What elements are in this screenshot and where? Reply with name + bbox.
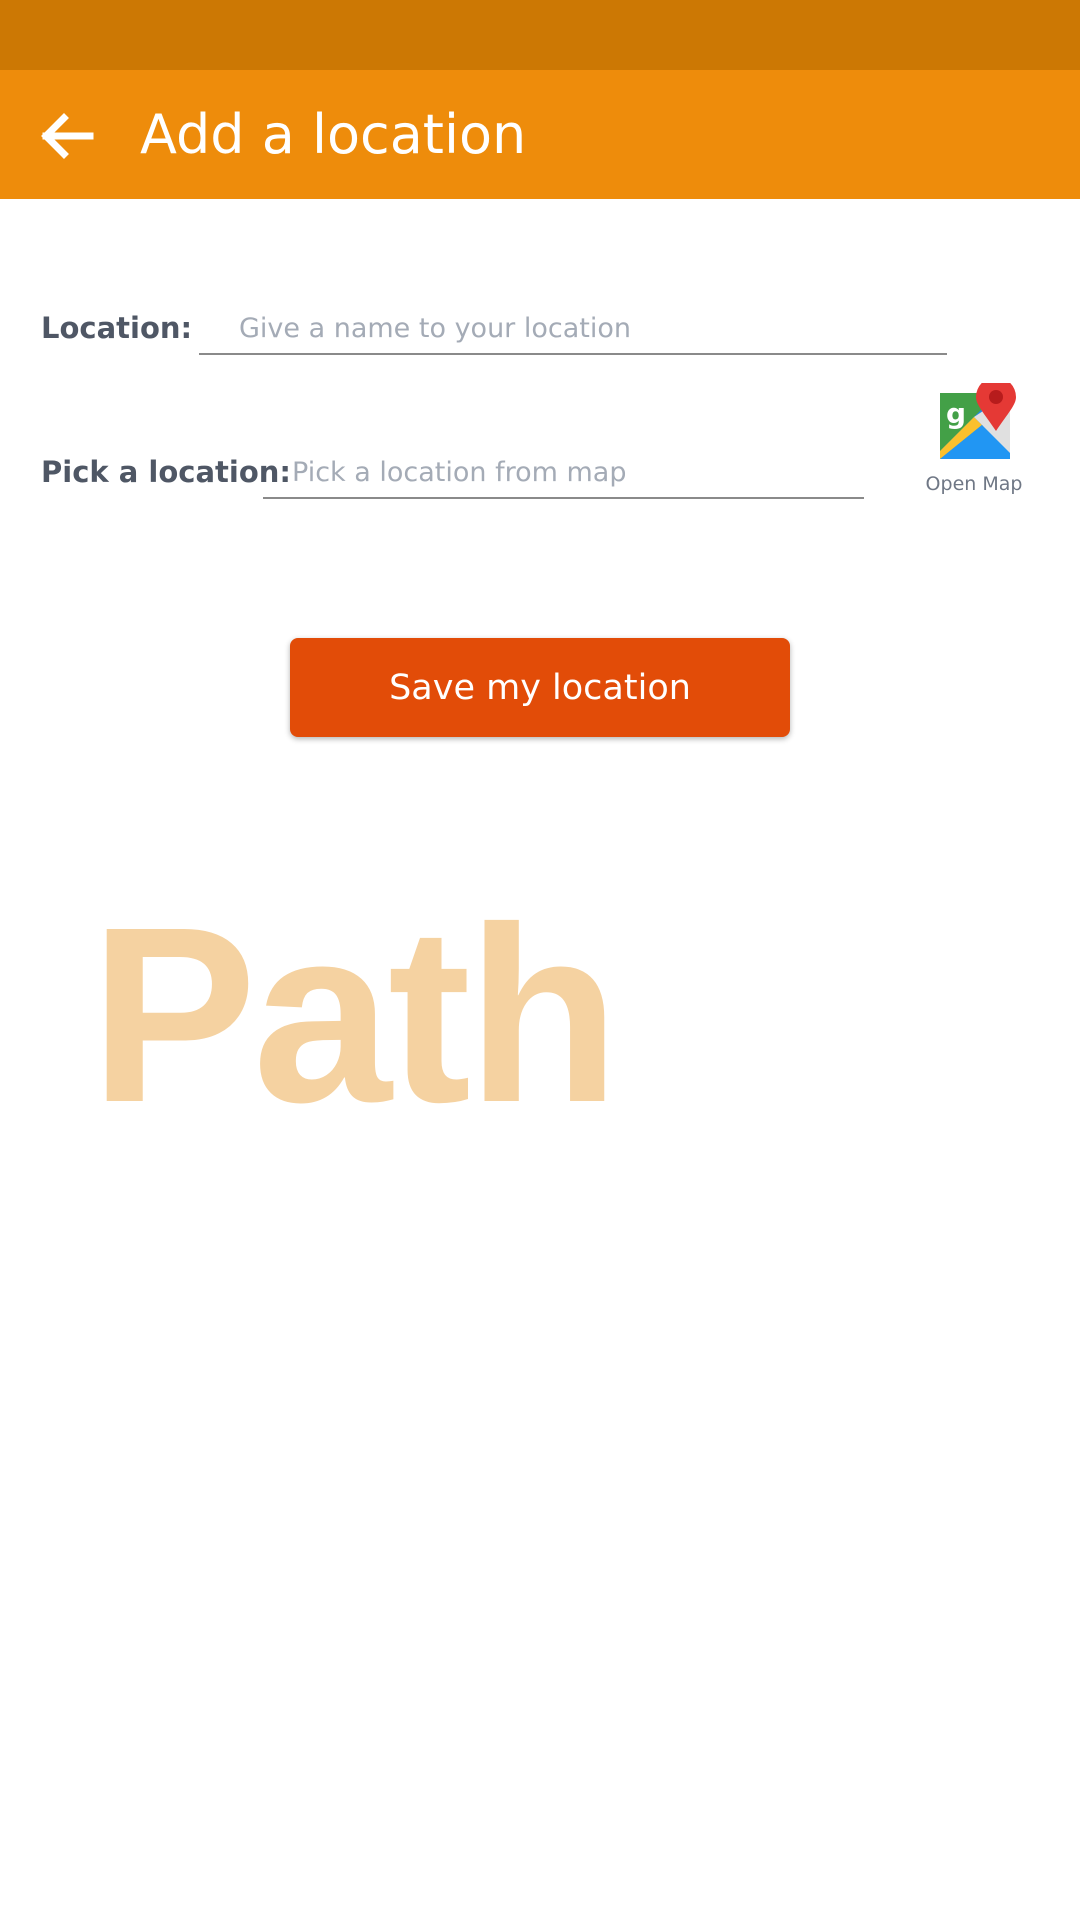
path-logo-watermark: Path: [90, 875, 620, 1154]
pick-location-label: Pick a location:: [41, 455, 292, 489]
back-button[interactable]: [28, 98, 104, 174]
save-location-button[interactable]: Save my location: [290, 638, 790, 737]
arrow-left-icon: [41, 113, 94, 159]
app-bar: Add a location: [0, 70, 1080, 199]
location-name-input[interactable]: [199, 303, 947, 355]
status-bar: [0, 0, 1080, 70]
open-map-label: Open Map: [925, 473, 1023, 495]
google-maps-icon: g: [940, 383, 1016, 459]
location-label: Location:: [41, 311, 193, 345]
svg-text:g: g: [946, 397, 966, 430]
pick-location-input[interactable]: [263, 447, 864, 499]
open-map-button[interactable]: g Open Map: [918, 383, 1030, 501]
page-title: Add a location: [140, 103, 527, 166]
